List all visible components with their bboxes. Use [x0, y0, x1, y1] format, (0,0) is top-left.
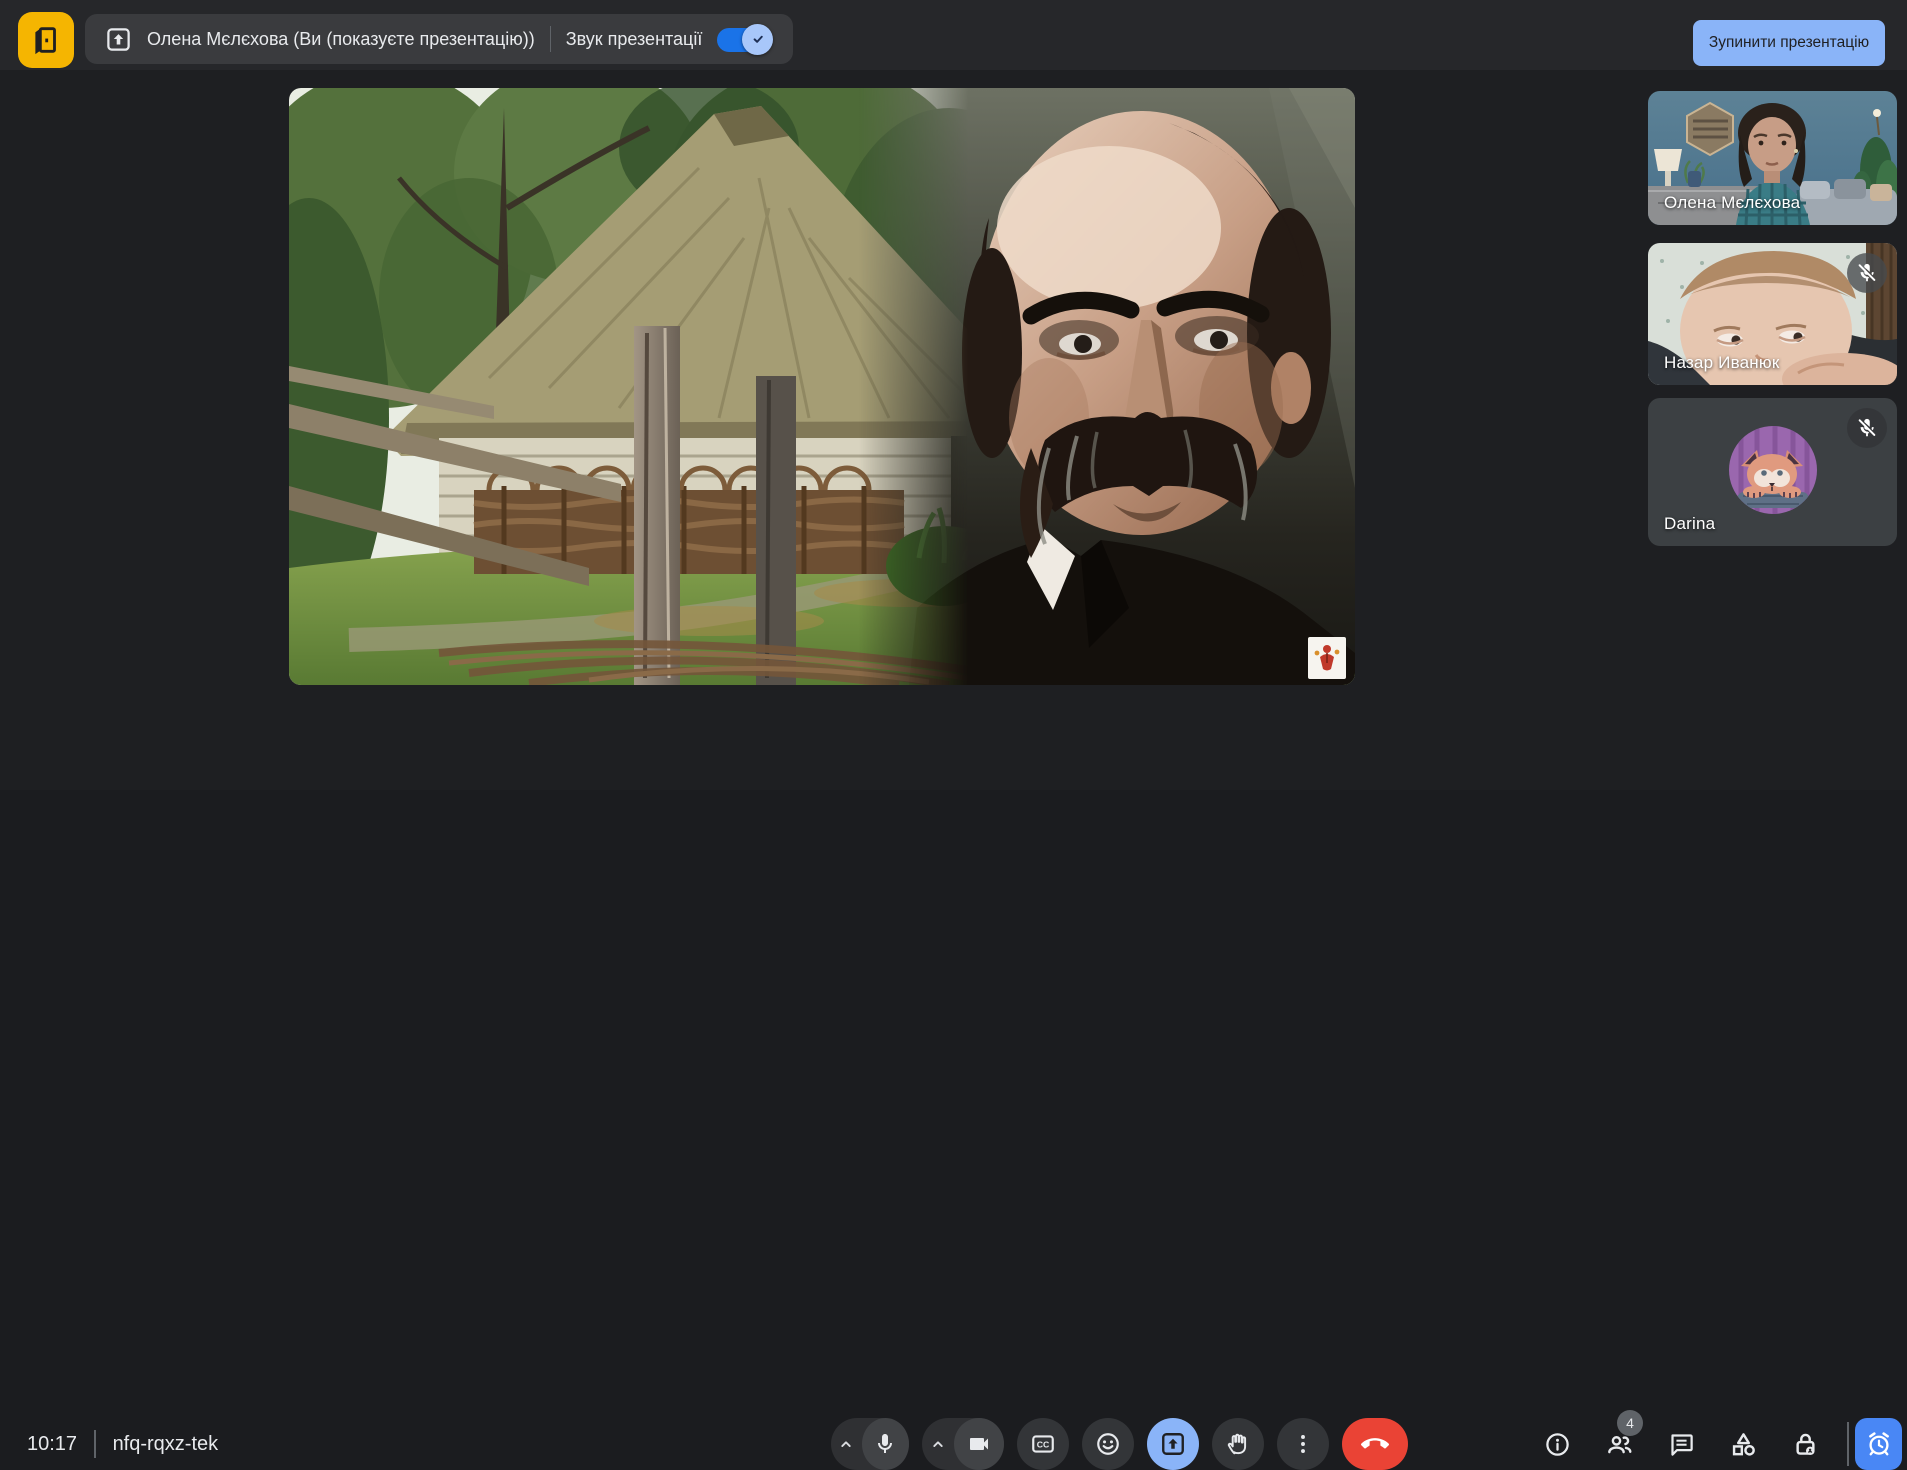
video-camera-icon	[967, 1432, 991, 1456]
host-lock-icon	[1791, 1430, 1820, 1459]
call-end-icon	[1361, 1430, 1389, 1458]
raise-hand-button[interactable]	[1212, 1418, 1264, 1470]
mic-toggle-button[interactable]	[862, 1418, 909, 1470]
captions-button[interactable]: CC	[1017, 1418, 1069, 1470]
right-divider	[1847, 1422, 1849, 1466]
microphone-icon	[873, 1432, 897, 1456]
checkmark-icon	[749, 30, 767, 48]
participants-count-badge: 4	[1617, 1410, 1643, 1436]
camera-control	[922, 1418, 1004, 1470]
reactions-button[interactable]	[1082, 1418, 1134, 1470]
top-bar: Олена Мєлєхова (Ви (показуєте презентаці…	[0, 0, 1907, 70]
shared-presentation-video	[289, 88, 1355, 685]
participant-tile-olena[interactable]: Олена Мєлєхова	[1648, 91, 1897, 225]
stop-presentation-button[interactable]: Зупинити презентацію	[1693, 20, 1885, 66]
participant-tile-nazar[interactable]: Назар Иванюк	[1648, 243, 1897, 385]
presenting-status-pill: Олена Мєлєхова (Ви (показуєте презентаці…	[85, 14, 793, 64]
fox-avatar-image	[1729, 426, 1817, 514]
muted-indicator	[1847, 408, 1887, 448]
muted-indicator	[1847, 253, 1887, 293]
leave-call-button[interactable]	[1342, 1418, 1408, 1470]
presentation-sound-toggle[interactable]	[717, 24, 773, 55]
more-options-button[interactable]	[1277, 1418, 1329, 1470]
mic-off-icon	[1856, 262, 1878, 284]
raised-hand-icon	[1225, 1431, 1251, 1457]
participant-tile-darina[interactable]: Darina	[1648, 398, 1897, 546]
watermark-figure-icon	[1312, 641, 1342, 675]
timer-extension-button[interactable]	[1855, 1418, 1902, 1470]
darina-avatar	[1729, 426, 1817, 514]
participant-name: Назар Иванюк	[1664, 353, 1779, 373]
extension-logo-button[interactable]	[18, 12, 74, 68]
clock-time: 10:17	[27, 1433, 77, 1456]
activities-shapes-icon	[1729, 1430, 1758, 1459]
meeting-panels: 4	[1533, 1420, 1849, 1468]
door-icon	[29, 23, 63, 57]
time-divider	[94, 1430, 96, 1458]
presentation-sound-label: Звук презентації	[566, 29, 703, 50]
info-icon	[1544, 1431, 1571, 1458]
pill-divider	[550, 26, 551, 52]
present-icon	[1160, 1431, 1186, 1457]
activities-button[interactable]	[1719, 1420, 1767, 1468]
emoji-smiley-icon	[1095, 1431, 1121, 1457]
present-icon	[105, 26, 132, 53]
alarm-clock-icon	[1865, 1430, 1893, 1458]
camera-options-chevron[interactable]	[922, 1434, 954, 1454]
chat-button[interactable]	[1657, 1420, 1705, 1468]
camera-toggle-button[interactable]	[954, 1418, 1004, 1470]
slide-image-khata-and-shevchenko	[289, 88, 1355, 685]
chevron-up-icon	[928, 1434, 948, 1454]
chat-icon	[1668, 1431, 1695, 1458]
present-screen-button-active[interactable]	[1147, 1418, 1199, 1470]
participant-name: Олена Мєлєхова	[1664, 193, 1800, 213]
meeting-stage: Олена Мєлєхова (Ви (показуєте презентаці…	[0, 0, 1907, 790]
meeting-code: nfq-rqxz-tek	[113, 1433, 219, 1456]
participant-name: Darina	[1664, 514, 1715, 534]
mic-off-icon	[1856, 417, 1878, 439]
show-participants-button[interactable]: 4	[1595, 1420, 1643, 1468]
mic-options-chevron[interactable]	[831, 1434, 862, 1454]
meeting-details-button[interactable]	[1533, 1420, 1581, 1468]
call-controls: CC	[831, 1418, 1408, 1470]
svg-text:CC: CC	[1037, 1440, 1050, 1450]
slide-watermark-logo	[1308, 637, 1346, 679]
bottom-bar: 10:17 nfq-rqxz-tek	[0, 706, 1907, 790]
presenter-label: Олена Мєлєхова (Ви (показуєте презентаці…	[147, 29, 535, 50]
host-controls-button[interactable]	[1781, 1420, 1829, 1468]
toggle-knob	[742, 24, 773, 55]
captions-icon: CC	[1030, 1431, 1056, 1457]
microphone-control	[831, 1418, 909, 1470]
chevron-up-icon	[836, 1434, 856, 1454]
more-vertical-icon	[1290, 1431, 1316, 1457]
